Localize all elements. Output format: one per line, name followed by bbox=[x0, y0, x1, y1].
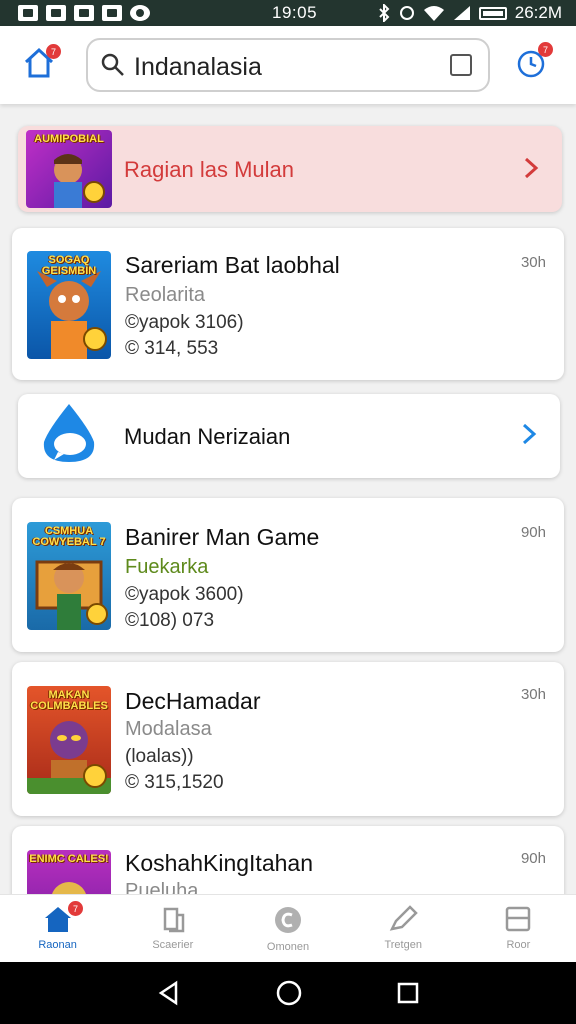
system-nav-bar bbox=[0, 962, 576, 1024]
notification-icon bbox=[102, 5, 122, 21]
search-icon bbox=[101, 53, 124, 76]
edit-icon bbox=[389, 905, 418, 931]
chevron-right-icon bbox=[522, 423, 537, 445]
nav-label: Omonen bbox=[266, 941, 310, 953]
menu-icon bbox=[506, 906, 531, 932]
chevron-right-icon bbox=[524, 157, 539, 179]
promo-thumbnail-title: AUMIPOBIAL bbox=[34, 133, 104, 145]
item-title: DecHamadar bbox=[125, 688, 261, 714]
nav-label: Raonan bbox=[38, 939, 77, 951]
item-title: Sareriam Bat laobhal bbox=[125, 252, 340, 278]
nav-label: Tretgen bbox=[384, 939, 422, 951]
wifi-icon bbox=[423, 6, 444, 21]
item-time: 90h bbox=[520, 850, 546, 867]
notification-icons bbox=[18, 5, 150, 21]
status-time-right: 26:2M bbox=[514, 3, 562, 22]
thumbnail-title: MAKAN COLMBABLES bbox=[30, 689, 108, 712]
search-input[interactable]: Indanalasia bbox=[134, 53, 262, 82]
list-item[interactable]: SOGAQ GEISMBIN Sareriam Bat laobhal Reol… bbox=[12, 228, 564, 380]
list-item[interactable]: MAKAN COLMBABLES DecHamadar Modalasa (lo… bbox=[12, 662, 564, 816]
signal-icon bbox=[453, 6, 470, 20]
status-time-center: 19:05 bbox=[272, 3, 318, 22]
search-bar[interactable]: Indanalasia bbox=[86, 38, 490, 92]
bluetooth-icon bbox=[379, 4, 390, 22]
item-meta: ©yapok 3600) bbox=[125, 584, 244, 605]
back-icon[interactable] bbox=[156, 980, 182, 1006]
game-thumbnail: MAKAN COLMBABLES bbox=[27, 686, 111, 794]
home-circle-icon[interactable] bbox=[275, 979, 303, 1007]
clock-button[interactable]: 7 bbox=[516, 42, 554, 84]
item-subtitle: Reolarita bbox=[125, 284, 206, 306]
notification-icon bbox=[130, 5, 150, 21]
item-title: Banirer Man Game bbox=[125, 524, 320, 550]
notification-icon bbox=[74, 5, 94, 21]
coin-icon bbox=[275, 907, 301, 933]
notification-icon bbox=[18, 5, 38, 21]
item-time: 30h bbox=[520, 686, 546, 703]
list-item[interactable]: CSMHUA COWYEBAL 7 Banirer Man Game Fueka… bbox=[12, 498, 564, 652]
link-card-label: Mudan Nerizaian bbox=[124, 424, 291, 449]
recents-icon[interactable] bbox=[396, 981, 420, 1005]
home-badge: 7 bbox=[46, 44, 61, 59]
game-thumbnail: CSMHUA COWYEBAL 7 bbox=[27, 522, 111, 630]
nav-label: Scaerier bbox=[152, 939, 194, 951]
clock-badge: 7 bbox=[538, 42, 553, 57]
item-meta: © 315,1520 bbox=[125, 772, 224, 793]
item-meta: ©108) 073 bbox=[125, 610, 215, 631]
battery-icon bbox=[478, 6, 507, 20]
item-subtitle: Fuekarka bbox=[125, 556, 209, 578]
item-meta: ©yapok 3106) bbox=[125, 312, 244, 333]
sync-icon bbox=[399, 6, 414, 20]
thumbnail-title: SOGAQ GEISMBIN bbox=[41, 254, 97, 277]
thumbnail-title: CSMHUA COWYEBAL 7 bbox=[32, 525, 106, 548]
item-title: KoshahKingItahan bbox=[125, 850, 313, 876]
top-bar: 7 Indanalasia 7 bbox=[0, 26, 576, 104]
nav-tab-home[interactable]: 7 Raonan bbox=[0, 895, 115, 962]
item-subtitle: Modalasa bbox=[125, 718, 212, 740]
status-bar: 19:05 26:2M bbox=[0, 0, 576, 26]
nav-label: Roor bbox=[506, 939, 531, 951]
nav-tab-omonen[interactable]: Omonen bbox=[230, 895, 345, 962]
promo-thumbnail: AUMIPOBIAL bbox=[26, 130, 112, 208]
game-thumbnail: SOGAQ GEISMBIN bbox=[27, 251, 111, 359]
bottom-nav: 7 Raonan Scaerier Omonen Tretgen Roor bbox=[0, 894, 576, 962]
thumbnail-title: ENIMC CALES! bbox=[29, 853, 109, 865]
checkbox-icon[interactable] bbox=[450, 54, 472, 76]
promo-card[interactable]: AUMIPOBIAL Ragian las Mulan bbox=[18, 126, 562, 212]
home-button[interactable]: 7 bbox=[22, 44, 61, 84]
bookmark-icon bbox=[163, 907, 185, 933]
item-meta: © 314, 553 bbox=[125, 338, 219, 359]
item-time: 90h bbox=[520, 524, 546, 541]
promo-label: Ragian las Mulan bbox=[124, 157, 294, 182]
nav-tab-roor[interactable]: Roor bbox=[461, 895, 576, 962]
link-card[interactable]: Mudan Nerizaian bbox=[18, 394, 560, 478]
nav-badge: 7 bbox=[68, 901, 83, 916]
nav-tab-tretgen[interactable]: Tretgen bbox=[346, 895, 461, 962]
item-meta: (loalas)) bbox=[125, 746, 194, 767]
nav-tab-scaerier[interactable]: Scaerier bbox=[115, 895, 230, 962]
notification-icon bbox=[46, 5, 66, 21]
status-right: 26:2M bbox=[377, 3, 562, 23]
item-time: 30h bbox=[520, 254, 546, 271]
chat-bubble-icon bbox=[43, 404, 95, 462]
